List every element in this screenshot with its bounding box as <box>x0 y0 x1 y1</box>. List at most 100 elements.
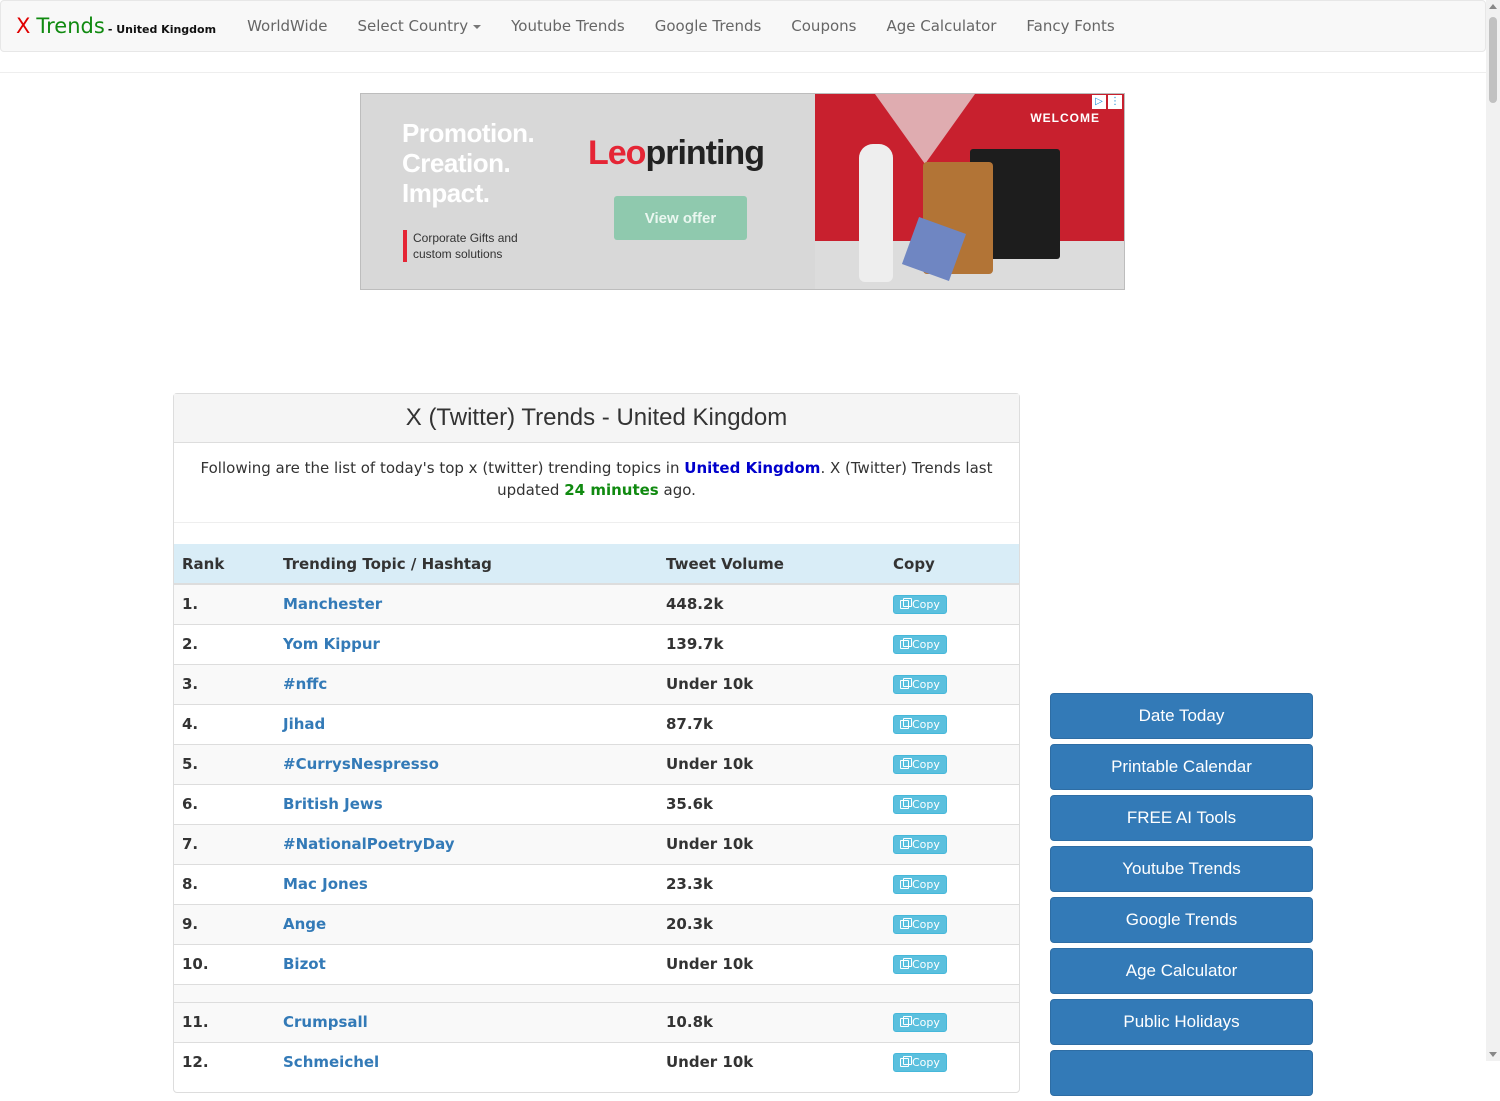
copy-button[interactable]: Copy <box>893 1012 947 1032</box>
rank-cell: 5. <box>174 743 275 784</box>
nav-fancy-fonts[interactable]: Fancy Fonts <box>1011 17 1129 35</box>
copy-icon <box>900 757 912 769</box>
topic-link[interactable]: #CurrysNespresso <box>283 755 439 773</box>
topic-link[interactable]: Jihad <box>283 715 325 733</box>
copy-icon <box>900 877 912 889</box>
copy-button[interactable]: Copy <box>893 594 947 614</box>
sidebar-button[interactable] <box>1050 1050 1313 1096</box>
spacer-cell <box>174 983 1019 1002</box>
copy-label: Copy <box>912 637 940 651</box>
copy-button[interactable]: Copy <box>893 794 947 814</box>
page-title: X (Twitter) Trends - United Kingdom <box>405 404 788 431</box>
topic-link[interactable]: Bizot <box>283 955 326 973</box>
divider <box>0 72 1486 73</box>
topic-cell: Crumpsall <box>275 1001 658 1042</box>
table-row: 3. #nffc Under 10k Copy <box>174 663 1019 704</box>
copy-button[interactable]: Copy <box>893 1052 947 1072</box>
copy-icon <box>900 677 912 689</box>
nav-select-country[interactable]: Select Country <box>342 17 496 35</box>
sidebar-button[interactable]: Public Holidays <box>1050 999 1313 1045</box>
scroll-up-icon[interactable] <box>1489 4 1497 9</box>
copy-button[interactable]: Copy <box>893 714 947 734</box>
rank-cell: 1. <box>174 583 275 624</box>
ad-brand-leo: Leo <box>588 134 646 172</box>
copy-cell: Copy <box>885 623 1019 664</box>
table-row: 11. Crumpsall 10.8k Copy <box>174 1001 1019 1042</box>
scroll-thumb[interactable] <box>1489 17 1497 103</box>
topic-link[interactable]: #NationalPoetryDay <box>283 835 455 853</box>
nav-worldwide[interactable]: WorldWide <box>232 17 342 35</box>
topic-link[interactable]: #nffc <box>283 675 327 693</box>
sidebar-button[interactable]: Printable Calendar <box>1050 744 1313 790</box>
ad-banner[interactable]: Promotion. Creation. Impact. Corporate G… <box>360 93 1125 290</box>
copy-label: Copy <box>912 597 940 611</box>
table-row: 1. Manchester 448.2k Copy <box>174 583 1019 624</box>
copy-icon <box>900 597 912 609</box>
copy-icon <box>900 957 912 969</box>
topic-link[interactable]: Mac Jones <box>283 875 368 893</box>
ad-product-image: WELCOME <box>815 94 1124 289</box>
topic-link[interactable]: Ange <box>283 915 326 933</box>
copy-button[interactable]: Copy <box>893 874 947 894</box>
volume-cell: Under 10k <box>658 943 885 984</box>
country-link[interactable]: United Kingdom <box>684 459 820 477</box>
rank-cell: 12. <box>174 1041 275 1082</box>
topic-cell: Mac Jones <box>275 863 658 904</box>
nav-google-trends[interactable]: Google Trends <box>640 17 777 35</box>
copy-button[interactable]: Copy <box>893 834 947 854</box>
volume-cell: 10.8k <box>658 1001 885 1042</box>
ad-menu-icon[interactable]: ⋮ <box>1108 95 1122 109</box>
nav-youtube-trends[interactable]: Youtube Trends <box>496 17 640 35</box>
copy-button[interactable]: Copy <box>893 914 947 934</box>
nav-age-calculator[interactable]: Age Calculator <box>871 17 1011 35</box>
topic-cell: Bizot <box>275 943 658 984</box>
sidebar-button[interactable]: Age Calculator <box>1050 948 1313 994</box>
topic-link[interactable]: Crumpsall <box>283 1013 368 1031</box>
table-row: 9. Ange 20.3k Copy <box>174 903 1019 944</box>
copy-button[interactable]: Copy <box>893 634 947 654</box>
intro-text: Following are the list of today's top x … <box>174 443 1019 523</box>
brand-logo[interactable]: X Trends - United Kingdom <box>1 14 216 38</box>
sidebar-button[interactable]: Youtube Trends <box>1050 846 1313 892</box>
copy-cell: Copy <box>885 943 1019 984</box>
sidebar-button[interactable]: FREE AI Tools <box>1050 795 1313 841</box>
topic-link[interactable]: Schmeichel <box>283 1053 379 1071</box>
copy-label: Copy <box>912 877 940 891</box>
copy-button[interactable]: Copy <box>893 954 947 974</box>
volume-cell: 35.6k <box>658 783 885 824</box>
topic-cell: Ange <box>275 903 658 944</box>
scroll-down-icon[interactable] <box>1489 1052 1497 1057</box>
adchoices-icon[interactable]: ▷ <box>1092 95 1106 109</box>
rank-cell: 9. <box>174 903 275 944</box>
table-row: 2. Yom Kippur 139.7k Copy <box>174 623 1019 664</box>
table-row: 5. #CurrysNespresso Under 10k Copy <box>174 743 1019 784</box>
topic-link[interactable]: British Jews <box>283 795 383 813</box>
nav-coupons[interactable]: Coupons <box>776 17 871 35</box>
ad-accent-bar <box>403 230 407 262</box>
copy-label: Copy <box>912 917 940 931</box>
sidebar-links: Date Today Printable Calendar FREE AI Tool… <box>1050 693 1313 1101</box>
topic-link[interactable]: Yom Kippur <box>283 635 380 653</box>
rank-cell: 7. <box>174 823 275 864</box>
page-scrollbar[interactable] <box>1486 0 1500 1061</box>
copy-cell: Copy <box>885 743 1019 784</box>
intro-part: ago. <box>663 481 696 499</box>
sidebar-button[interactable]: Google Trends <box>1050 897 1313 943</box>
sidebar-button[interactable]: Date Today <box>1050 693 1313 739</box>
copy-button[interactable]: Copy <box>893 754 947 774</box>
ad-choices[interactable]: ▷ ⋮ <box>1092 95 1122 109</box>
topic-link[interactable]: Manchester <box>283 595 382 613</box>
copy-icon <box>900 797 912 809</box>
topic-cell: British Jews <box>275 783 658 824</box>
topic-cell: Manchester <box>275 583 658 624</box>
copy-button[interactable]: Copy <box>893 674 947 694</box>
copy-icon <box>900 1055 912 1067</box>
rank-cell: 8. <box>174 863 275 904</box>
ad-view-offer-button[interactable]: View offer <box>614 196 747 240</box>
copy-label: Copy <box>912 1015 940 1029</box>
copy-cell: Copy <box>885 783 1019 824</box>
top-navbar: X Trends - United Kingdom WorldWide Sele… <box>0 0 1486 52</box>
table-row: 7. #NationalPoetryDay Under 10k Copy <box>174 823 1019 864</box>
volume-cell: 23.3k <box>658 863 885 904</box>
copy-label: Copy <box>912 677 940 691</box>
